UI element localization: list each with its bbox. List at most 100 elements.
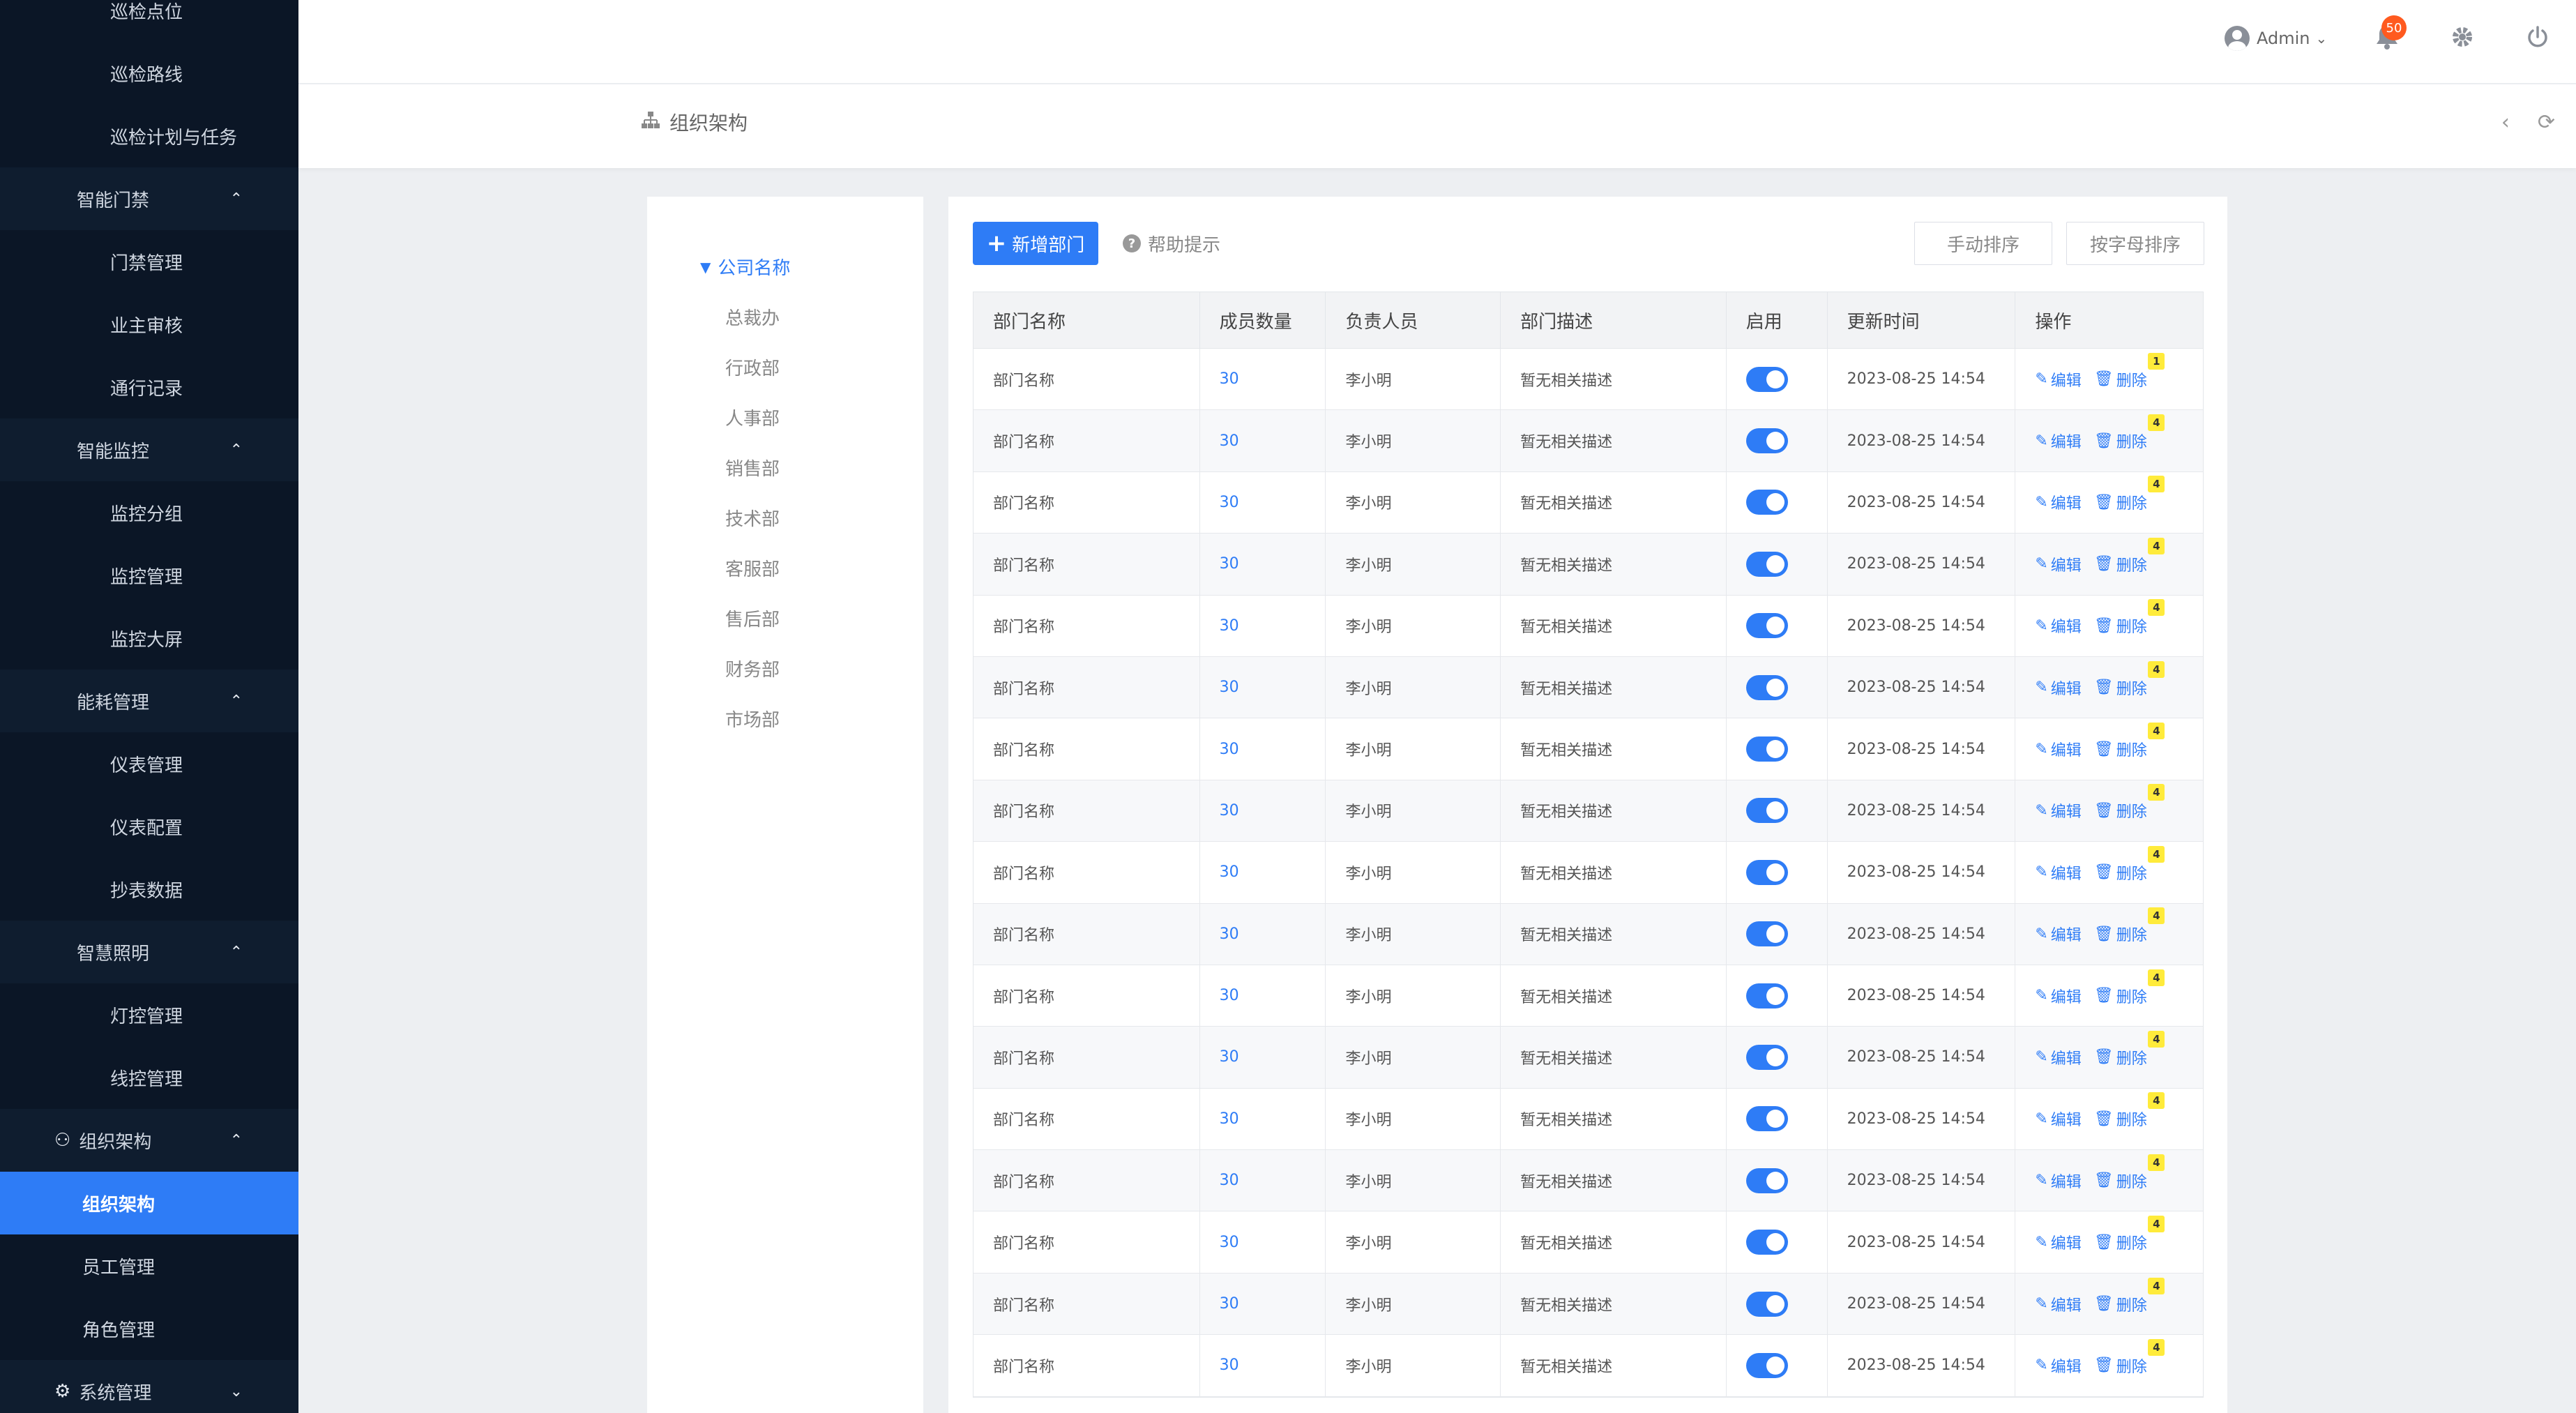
gear-icon[interactable] xyxy=(2446,21,2478,53)
tree-node[interactable]: 总裁办 xyxy=(725,304,780,330)
enable-toggle[interactable] xyxy=(1745,490,1788,515)
enable-toggle[interactable] xyxy=(1745,921,1788,947)
tree-root[interactable]: ▼ 公司名称 xyxy=(700,254,790,280)
cell-member-count[interactable]: 30 xyxy=(1200,1088,1326,1150)
delete-button[interactable]: 🗑 删除 xyxy=(2094,923,2147,945)
cell-member-count[interactable]: 30 xyxy=(1200,1273,1326,1335)
delete-button[interactable]: 🗑 删除 xyxy=(2094,1231,2147,1253)
column-header[interactable]: 操作 xyxy=(2015,292,2203,348)
delete-button[interactable]: 🗑 删除 xyxy=(2094,861,2147,884)
edit-button[interactable]: ✎ 编辑 xyxy=(2035,677,2081,699)
enable-toggle[interactable] xyxy=(1745,674,1788,700)
delete-button[interactable]: 🗑 删除 xyxy=(2094,430,2147,452)
sidebar-group[interactable]: 智能监控 ⌃ xyxy=(0,418,298,481)
column-header[interactable]: 负责人员 xyxy=(1326,292,1501,348)
cell-member-count[interactable]: 30 xyxy=(1200,534,1326,595)
sidebar-group[interactable]: 能耗管理 ⌃ xyxy=(0,670,298,732)
enable-toggle[interactable] xyxy=(1745,1352,1788,1378)
edit-button[interactable]: ✎ 编辑 xyxy=(2035,430,2081,452)
cell-member-count[interactable]: 30 xyxy=(1200,965,1326,1027)
sidebar-item[interactable]: 业主审核 xyxy=(0,293,298,356)
sidebar-item[interactable]: 监控管理 xyxy=(0,544,298,607)
delete-button[interactable]: 🗑 删除 xyxy=(2094,1108,2147,1130)
delete-button[interactable]: 🗑 删除 xyxy=(2094,368,2147,391)
cell-member-count[interactable]: 30 xyxy=(1200,595,1326,656)
edit-button[interactable]: ✎ 编辑 xyxy=(2035,738,2081,760)
power-icon[interactable] xyxy=(2522,21,2554,53)
enable-toggle[interactable] xyxy=(1745,1291,1788,1317)
sidebar-group[interactable]: 智慧照明 ⌃ xyxy=(0,921,298,983)
sidebar-group[interactable]: 智能门禁 ⌃ xyxy=(0,167,298,230)
edit-button[interactable]: ✎ 编辑 xyxy=(2035,1170,2081,1192)
column-header[interactable]: 更新时间 xyxy=(1828,292,2016,348)
cell-member-count[interactable]: 30 xyxy=(1200,1335,1326,1396)
sidebar-group[interactable]: ⚙ 系统管理 ⌄ xyxy=(0,1360,298,1413)
edit-button[interactable]: ✎ 编辑 xyxy=(2035,985,2081,1007)
tree-node[interactable]: 销售部 xyxy=(725,455,780,481)
edit-button[interactable]: ✎ 编辑 xyxy=(2035,799,2081,822)
sidebar-item[interactable]: 线控管理 xyxy=(0,1046,298,1109)
edit-button[interactable]: ✎ 编辑 xyxy=(2035,1108,2081,1130)
column-header[interactable]: 部门描述 xyxy=(1501,292,1727,348)
delete-button[interactable]: 🗑 删除 xyxy=(2094,677,2147,699)
cell-member-count[interactable]: 30 xyxy=(1200,1150,1326,1211)
enable-toggle[interactable] xyxy=(1745,428,1788,454)
delete-button[interactable]: 🗑 删除 xyxy=(2094,1170,2147,1192)
edit-button[interactable]: ✎ 编辑 xyxy=(2035,491,2081,513)
sidebar-item[interactable]: 巡检路线 xyxy=(0,42,298,105)
edit-button[interactable]: ✎ 编辑 xyxy=(2035,1231,2081,1253)
sidebar-group[interactable]: ⚇ 组织架构 ⌃ xyxy=(0,1109,298,1172)
enable-toggle[interactable] xyxy=(1745,551,1788,577)
alpha-sort-button[interactable]: 按字母排序 xyxy=(2066,222,2204,265)
column-header[interactable]: 成员数量 xyxy=(1200,292,1326,348)
sidebar-item[interactable]: 监控大屏 xyxy=(0,607,298,670)
tree-node[interactable]: 市场部 xyxy=(725,706,780,732)
sidebar-item[interactable]: 仪表管理 xyxy=(0,732,298,795)
sidebar-item[interactable]: 巡检计划与任务 xyxy=(0,105,298,167)
cell-member-count[interactable]: 30 xyxy=(1200,903,1326,965)
sidebar-item[interactable]: 通行记录 xyxy=(0,356,298,418)
edit-button[interactable]: ✎ 编辑 xyxy=(2035,1046,2081,1068)
delete-button[interactable]: 🗑 删除 xyxy=(2094,985,2147,1007)
user-menu[interactable]: Admin ⌄ xyxy=(2225,0,2327,77)
cell-member-count[interactable]: 30 xyxy=(1200,718,1326,780)
edit-button[interactable]: ✎ 编辑 xyxy=(2035,553,2081,575)
cell-member-count[interactable]: 30 xyxy=(1200,471,1326,534)
cell-member-count[interactable]: 30 xyxy=(1200,656,1326,718)
enable-toggle[interactable] xyxy=(1745,1106,1788,1132)
edit-button[interactable]: ✎ 编辑 xyxy=(2035,861,2081,884)
tree-node[interactable]: 财务部 xyxy=(725,656,780,681)
delete-button[interactable]: 🗑 删除 xyxy=(2094,1046,2147,1068)
cell-member-count[interactable]: 30 xyxy=(1200,1027,1326,1088)
delete-button[interactable]: 🗑 删除 xyxy=(2094,553,2147,575)
sidebar-item[interactable]: 抄表数据 xyxy=(0,858,298,921)
enable-toggle[interactable] xyxy=(1745,613,1788,639)
enable-toggle[interactable] xyxy=(1745,859,1788,885)
sidebar-item[interactable]: 巡检点位 xyxy=(0,0,298,42)
sidebar-item[interactable]: 员工管理 xyxy=(0,1234,298,1297)
refresh-icon[interactable]: ⟳ xyxy=(2538,110,2555,135)
delete-button[interactable]: 🗑 删除 xyxy=(2094,799,2147,822)
enable-toggle[interactable] xyxy=(1745,736,1788,762)
enable-toggle[interactable] xyxy=(1745,366,1788,392)
enable-toggle[interactable] xyxy=(1745,798,1788,824)
tree-node[interactable]: 人事部 xyxy=(725,405,780,430)
enable-toggle[interactable] xyxy=(1745,1044,1788,1070)
enable-toggle[interactable] xyxy=(1745,1168,1788,1193)
cell-member-count[interactable]: 30 xyxy=(1200,842,1326,903)
edit-button[interactable]: ✎ 编辑 xyxy=(2035,1354,2081,1377)
help-link[interactable]: ? 帮助提示 xyxy=(1123,222,1220,265)
delete-button[interactable]: 🗑 删除 xyxy=(2094,491,2147,513)
delete-button[interactable]: 🗑 删除 xyxy=(2094,1293,2147,1315)
sidebar-item[interactable]: 仪表配置 xyxy=(0,795,298,858)
tree-node[interactable]: 售后部 xyxy=(725,605,780,631)
cell-member-count[interactable]: 30 xyxy=(1200,349,1326,410)
cell-member-count[interactable]: 30 xyxy=(1200,410,1326,471)
enable-toggle[interactable] xyxy=(1745,983,1788,1008)
enable-toggle[interactable] xyxy=(1745,1230,1788,1255)
edit-button[interactable]: ✎ 编辑 xyxy=(2035,1293,2081,1315)
tree-node[interactable]: 技术部 xyxy=(725,505,780,531)
delete-button[interactable]: 🗑 删除 xyxy=(2094,1354,2147,1377)
cell-member-count[interactable]: 30 xyxy=(1200,1211,1326,1273)
edit-button[interactable]: ✎ 编辑 xyxy=(2035,614,2081,637)
